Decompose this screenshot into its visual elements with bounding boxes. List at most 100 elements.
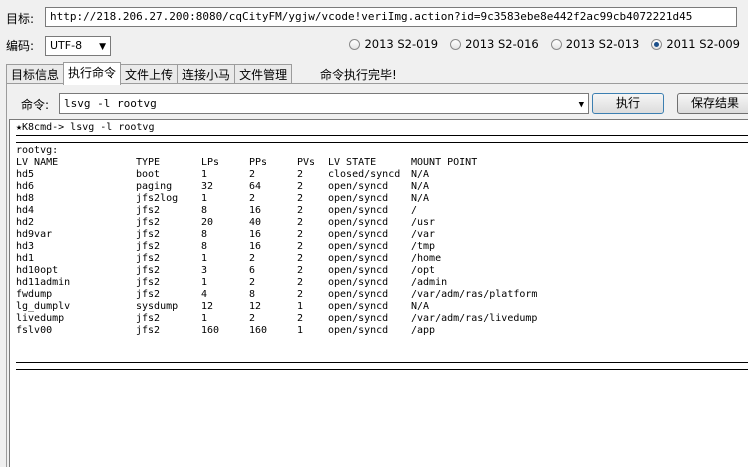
- lv-cell: 2: [297, 313, 304, 324]
- lv-cell: 2: [297, 277, 304, 288]
- lv-header-cell: LPs: [201, 157, 220, 168]
- table-row: livedump jfs2 1 2 2 open/syncd/var/adm/ras/li…: [16, 313, 561, 325]
- lv-cell: /home: [411, 253, 442, 264]
- chevron-down-icon: ▼: [99, 42, 106, 52]
- table-row: fslv00 jfs2 160 160 1 open/syncd/app: [16, 325, 561, 337]
- lv-cell: 2: [249, 253, 256, 264]
- version-radio-label: 2013 S2-016: [465, 37, 539, 51]
- lv-cell: open/syncd: [328, 313, 389, 324]
- lv-cell: N/A: [411, 181, 430, 192]
- lv-cell: 4: [201, 289, 208, 300]
- table-row: hd5 boot 1 2 2 closed/syncd N/A: [16, 169, 561, 181]
- status-text: 命令执行完毕!: [320, 68, 397, 82]
- lv-cell: 20: [201, 217, 214, 228]
- tab-4[interactable]: 文件管理: [234, 64, 293, 85]
- command-output: ★K8cmd-> lsvg -l rootvg rootvg: LV NAME T…: [9, 119, 748, 467]
- lv-cell: hd9var: [16, 229, 53, 240]
- output-prompt: ★K8cmd-> lsvg -l rootvg: [16, 122, 155, 133]
- version-radio-2[interactable]: 2013 S2-013: [550, 37, 639, 51]
- lv-cell: livedump: [16, 313, 65, 324]
- tab-1[interactable]: 执行命令: [63, 62, 122, 85]
- output-vg-name: rootvg:: [16, 145, 59, 156]
- tab-2[interactable]: 文件上传: [120, 64, 179, 85]
- lv-cell: open/syncd: [328, 229, 389, 240]
- table-row: hd10opt jfs2 3 6 2 open/syncd/opt: [16, 265, 561, 277]
- lv-cell: fslv00: [16, 325, 53, 336]
- lv-cell: open/syncd: [328, 301, 389, 312]
- lv-cell: 8: [201, 229, 208, 240]
- lv-cell: /var/adm/ras/livedump: [411, 313, 538, 324]
- radio-circle-icon: [450, 38, 462, 50]
- lv-cell: /opt: [411, 265, 436, 276]
- lv-cell: 1: [201, 253, 208, 264]
- chevron-down-icon: ▼: [578, 100, 584, 110]
- lv-cell: 160: [249, 325, 268, 336]
- tab-bar: 目标信息 执行命令 文件上传 连接小马 文件管理: [6, 62, 293, 85]
- encoding-row: 编码: UTF-8 ▼ 2013 S2-019 2013 S2-016 2013 S…: [0, 34, 748, 58]
- lv-cell: /app: [411, 325, 436, 336]
- table-row: hd2 jfs2 20 40 2 open/syncd/usr: [16, 217, 561, 229]
- tabs-row: 目标信息 执行命令 文件上传 连接小马 文件管理 命令执行完毕!: [0, 62, 748, 85]
- version-radio-label: 2011 S2-009: [666, 37, 740, 51]
- lv-cell: 2: [297, 169, 304, 180]
- lv-cell: hd5: [16, 169, 35, 180]
- lv-cell: 16: [249, 205, 262, 216]
- lv-cell: hd11admin: [16, 277, 71, 288]
- version-radio-group: 2013 S2-019 2013 S2-016 2013 S2-013 2011 S2…: [349, 37, 740, 51]
- lv-cell: jfs2: [136, 229, 161, 240]
- execute-button[interactable]: 执行: [592, 93, 664, 114]
- lv-cell: jfs2: [136, 205, 161, 216]
- lv-cell: 2: [297, 289, 304, 300]
- lv-header-cell: LV NAME: [16, 157, 59, 168]
- lv-cell: 2: [249, 169, 256, 180]
- lv-cell: 8: [201, 205, 208, 216]
- lv-cell: N/A: [411, 169, 430, 180]
- version-radio-0[interactable]: 2013 S2-019: [349, 37, 438, 51]
- lv-cell: 16: [249, 241, 262, 252]
- lv-cell: open/syncd: [328, 253, 389, 264]
- lv-header-cell: PPs: [249, 157, 268, 168]
- lv-cell: 1: [201, 277, 208, 288]
- encoding-label: 编码:: [6, 39, 35, 53]
- target-row: 目标: http://218.206.27.200:8080/cqCityFM/…: [0, 6, 748, 30]
- tab-3[interactable]: 连接小马: [177, 64, 236, 85]
- lv-cell: 12: [201, 301, 214, 312]
- lv-cell: 2: [297, 205, 304, 216]
- save-result-button[interactable]: 保存结果: [677, 93, 748, 114]
- lv-cell: jfs2: [136, 313, 161, 324]
- lv-cell: 16: [249, 229, 262, 240]
- lv-header-cell: TYPE: [136, 157, 161, 168]
- lv-cell: 160: [201, 325, 220, 336]
- lv-cell: 2: [297, 193, 304, 204]
- table-row: fwdump jfs2 4 8 2 open/syncd/var/adm/ras/plat…: [16, 289, 561, 301]
- target-label: 目标:: [6, 12, 35, 26]
- target-url-input[interactable]: http://218.206.27.200:8080/cqCityFM/ygjw…: [45, 7, 737, 27]
- version-radio-1[interactable]: 2013 S2-016: [450, 37, 539, 51]
- lv-cell: hd2: [16, 217, 35, 228]
- lv-cell: /usr: [411, 217, 436, 228]
- lv-cell: 8: [249, 289, 256, 300]
- encoding-select[interactable]: UTF-8 ▼: [45, 36, 111, 56]
- lv-cell: open/syncd: [328, 265, 389, 276]
- lv-cell: 2: [297, 253, 304, 264]
- version-radio-3[interactable]: 2011 S2-009: [651, 37, 740, 51]
- table-row: lg_dumplv sysdump 12 12 1 open/syncd N/A: [16, 301, 561, 313]
- lv-cell: sysdump: [136, 301, 179, 312]
- lv-cell: lg_dumplv: [16, 301, 71, 312]
- lv-cell: 6: [249, 265, 256, 276]
- lv-cell: jfs2: [136, 265, 161, 276]
- tab-0[interactable]: 目标信息: [6, 64, 65, 85]
- lv-cell: jfs2: [136, 241, 161, 252]
- lv-cell: jfs2: [136, 289, 161, 300]
- lv-cell: hd10opt: [16, 265, 59, 276]
- lv-cell: 2: [297, 181, 304, 192]
- encoding-value: UTF-8: [50, 39, 83, 52]
- lv-cell: open/syncd: [328, 325, 389, 336]
- lv-cell: 2: [297, 217, 304, 228]
- lv-cell: jfs2: [136, 277, 161, 288]
- command-input[interactable]: lsvg -l rootvg ▼: [59, 93, 589, 114]
- lv-cell: open/syncd: [328, 217, 389, 228]
- lv-cell: open/syncd: [328, 289, 389, 300]
- lv-cell: hd3: [16, 241, 35, 252]
- lv-cell: 32: [201, 181, 214, 192]
